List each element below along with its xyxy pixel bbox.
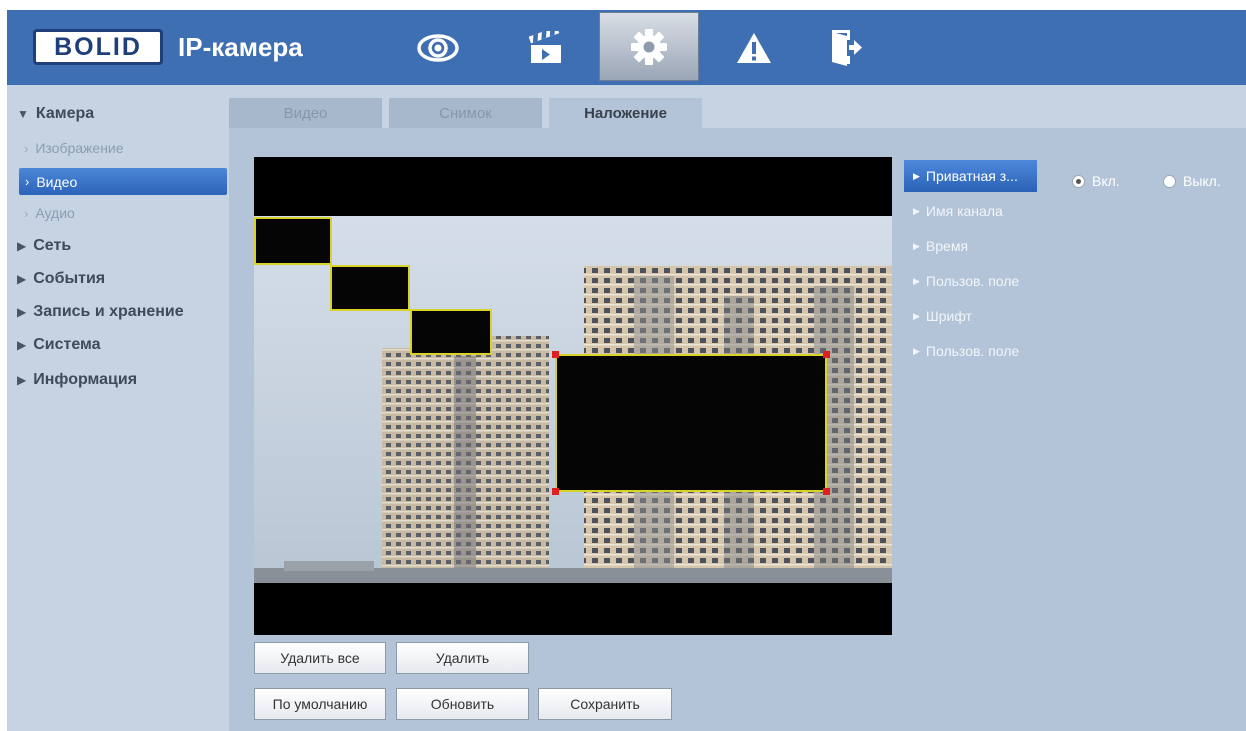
sidebar-subitem-label: Изображение <box>35 140 124 156</box>
nav-live-view[interactable] <box>407 10 469 85</box>
chevron-right-icon: › <box>25 174 30 189</box>
clapperboard-icon <box>528 30 561 63</box>
triangle-right-icon: ▶ <box>913 310 920 321</box>
privacy-mask-3[interactable] <box>410 309 492 355</box>
submenu-privacy-mask[interactable]: ▶ Приватная з... <box>904 160 1037 192</box>
privacy-mask-4-selected[interactable] <box>555 354 827 492</box>
exit-icon <box>832 29 862 66</box>
save-button[interactable]: Сохранить <box>538 688 672 720</box>
sidebar: ▼ Камера › Изображение › Видео › Аудио ▶… <box>7 85 227 731</box>
resize-handle[interactable] <box>823 351 830 358</box>
delete-button[interactable]: Удалить <box>396 642 529 674</box>
sidebar-subitem-label: Видео <box>36 173 78 190</box>
submenu-label: Имя канала <box>925 203 1003 219</box>
sidebar-item-storage[interactable]: ▶ Запись и хранение <box>7 300 227 324</box>
radio-label: Вкл. <box>1092 173 1120 189</box>
radio-checked-icon <box>1072 174 1085 188</box>
app-window: BOLID IP-камера ▼ Камера › Изображение ›… <box>7 10 1246 731</box>
triangle-down-icon: ▼ <box>17 107 29 121</box>
triangle-right-icon: ▶ <box>913 240 920 251</box>
sidebar-item-label: Запись и хранение <box>33 303 184 320</box>
sidebar-item-network[interactable]: ▶ Сеть <box>7 234 227 258</box>
privacy-on-radio[interactable]: Вкл. <box>1072 173 1120 189</box>
chevron-right-icon: › <box>24 140 29 156</box>
gear-icon <box>631 28 667 65</box>
radio-unchecked-icon <box>1163 174 1176 188</box>
tab-bar: Видео Снимок Наложение <box>229 95 1246 128</box>
video-preview[interactable] <box>254 157 892 635</box>
resize-handle[interactable] <box>552 488 559 495</box>
delete-all-button[interactable]: Удалить все <box>254 642 386 674</box>
overlay-submenu: ▶ Приватная з... ▶ Имя канала ▶ Время ▶ … <box>904 157 1039 657</box>
sidebar-item-system[interactable]: ▶ Система <box>7 333 227 357</box>
submenu-label: Приватная з... <box>925 168 1018 184</box>
main-content: Видео Снимок Наложение ▶ Приватная з... … <box>229 95 1246 731</box>
triangle-right-icon: ▶ <box>913 275 920 286</box>
submenu-label: Шрифт <box>925 308 972 324</box>
sidebar-subitem-audio[interactable]: › Аудио <box>7 201 227 225</box>
sidebar-item-events[interactable]: ▶ События <box>7 267 227 291</box>
sidebar-item-label: Система <box>33 336 101 353</box>
refresh-button[interactable]: Обновить <box>396 688 529 720</box>
eye-icon <box>417 33 459 62</box>
tab-overlay[interactable]: Наложение <box>549 98 702 128</box>
triangle-right-icon: ▶ <box>17 338 27 352</box>
triangle-right-icon: ▶ <box>913 345 920 356</box>
sidebar-item-label: Информация <box>33 371 138 388</box>
tab-snapshot[interactable]: Снимок <box>389 98 542 128</box>
nav-setup[interactable] <box>599 12 699 81</box>
sidebar-item-label: Камера <box>35 105 95 122</box>
triangle-right-icon: ▶ <box>17 272 27 286</box>
sidebar-subitem-label: Аудио <box>35 205 75 221</box>
radio-label: Выкл. <box>1183 173 1221 189</box>
nav-playback[interactable] <box>515 10 577 85</box>
resize-handle[interactable] <box>823 488 830 495</box>
chevron-right-icon: › <box>24 205 29 221</box>
nav-logout[interactable] <box>815 10 877 85</box>
submenu-label: Время <box>925 238 969 254</box>
privacy-off-radio[interactable]: Выкл. <box>1163 173 1221 189</box>
triangle-right-icon: ▶ <box>17 239 27 253</box>
triangle-right-icon: ▶ <box>913 205 920 216</box>
tab-video[interactable]: Видео <box>229 98 382 128</box>
warning-icon <box>737 32 771 63</box>
privacy-mask-2[interactable] <box>330 265 410 311</box>
sidebar-item-label: Сеть <box>33 237 72 254</box>
bolid-logo: BOLID <box>33 29 163 65</box>
sidebar-item-information[interactable]: ▶ Информация <box>7 368 227 392</box>
triangle-right-icon: ▶ <box>17 373 27 387</box>
submenu-custom-field-1[interactable]: ▶ Пользов. поле <box>904 265 1037 297</box>
resize-handle[interactable] <box>552 351 559 358</box>
submenu-channel-name[interactable]: ▶ Имя канала <box>904 195 1037 227</box>
sidebar-item-label: События <box>33 270 106 287</box>
nav-alarm[interactable] <box>723 10 785 85</box>
sidebar-item-camera[interactable]: ▼ Камера <box>7 102 227 126</box>
top-bar: BOLID IP-камера <box>7 10 1246 85</box>
submenu-time[interactable]: ▶ Время <box>904 230 1037 262</box>
triangle-right-icon: ▶ <box>913 170 920 181</box>
default-button[interactable]: По умолчанию <box>254 688 386 720</box>
submenu-label: Пользов. поле <box>925 343 1020 359</box>
sidebar-subitem-video[interactable]: › Видео <box>19 168 227 195</box>
sidebar-subitem-image[interactable]: › Изображение <box>7 136 227 160</box>
submenu-font[interactable]: ▶ Шрифт <box>904 300 1037 332</box>
privacy-mask-1[interactable] <box>254 217 332 265</box>
app-title: IP-камера <box>178 32 303 62</box>
submenu-label: Пользов. поле <box>925 273 1020 289</box>
submenu-custom-field-2[interactable]: ▶ Пользов. поле <box>904 335 1037 367</box>
triangle-right-icon: ▶ <box>17 305 27 319</box>
